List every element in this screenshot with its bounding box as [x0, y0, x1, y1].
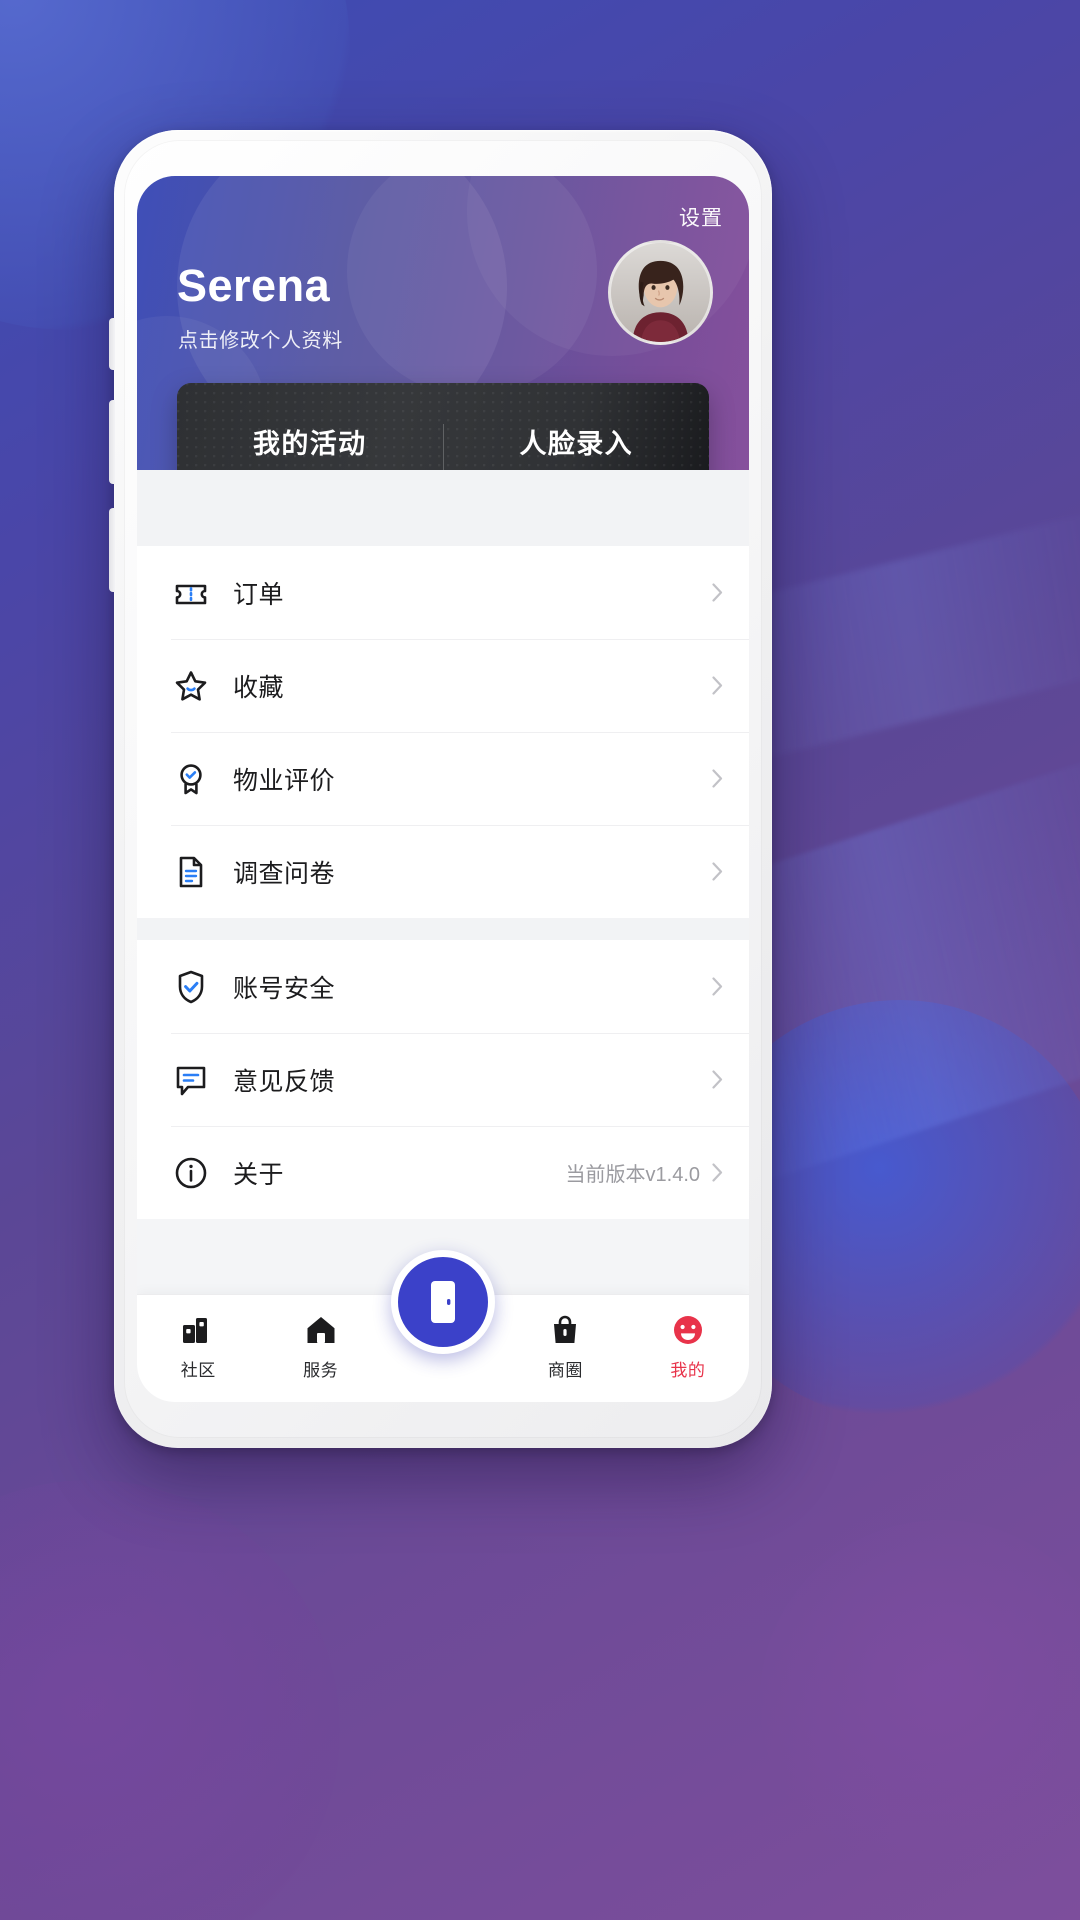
tab-services[interactable]: 服务: [259, 1295, 381, 1381]
menu-group-separator: [137, 918, 749, 940]
menu-group-primary: 订单 收藏 物业评价 调查问卷: [137, 546, 749, 918]
menu-item-favorites[interactable]: 收藏: [137, 639, 749, 732]
phone-side-button: [109, 318, 115, 370]
menu-item-feedback[interactable]: 意见反馈: [137, 1033, 749, 1126]
quick-action-card: 我的活动 快速查看活动信息 人脸录入 快速进门新体验: [177, 383, 709, 470]
star-icon: [171, 666, 211, 706]
chevron-right-icon: [712, 583, 723, 602]
menu-item-label: 关于: [233, 1160, 285, 1189]
home-icon: [259, 1311, 381, 1349]
document-icon: [171, 852, 211, 892]
quick-action-title: 我的活动: [252, 429, 367, 459]
chat-icon: [171, 1060, 211, 1100]
quick-action-my-activities[interactable]: 我的活动 快速查看活动信息: [177, 422, 443, 470]
shop-bag-icon: [504, 1311, 626, 1349]
tab-label: 社区: [180, 1361, 216, 1380]
shield-check-icon: [171, 967, 211, 1007]
ticket-icon: [171, 573, 211, 613]
menu-item-property-review[interactable]: 物业评价: [137, 732, 749, 825]
menu-item-survey[interactable]: 调查问卷: [137, 825, 749, 918]
menu-item-label: 收藏: [233, 673, 285, 702]
info-icon: [171, 1153, 211, 1193]
menu-item-orders[interactable]: 订单: [137, 546, 749, 639]
smiley-face-icon: [627, 1311, 749, 1349]
menu-item-right: [700, 769, 723, 788]
phone-mockup: 设置 Serena 点击修改个人资料 我的活动 人脸录入 订单 收藏 物业评价 …: [109, 130, 772, 1448]
menu-item-about[interactable]: 关于 当前版本v1.4.0: [137, 1126, 749, 1219]
phone-volume-up-button: [109, 400, 115, 484]
profile-header: 设置 Serena 点击修改个人资料 我的活动 人脸录入: [137, 176, 749, 470]
phone-volume-down-button: [109, 508, 115, 592]
chevron-right-icon: [712, 1163, 723, 1182]
chevron-right-icon: [712, 769, 723, 788]
tab-label: 我的: [670, 1361, 706, 1380]
app-version-value: 当前版本v1.4.0: [565, 1164, 700, 1186]
menu-item-right: [700, 583, 723, 602]
menu-item-right: [700, 977, 723, 996]
tab-profile[interactable]: 我的: [627, 1295, 749, 1381]
menu-item-label: 订单: [233, 580, 285, 609]
chevron-right-icon: [712, 676, 723, 695]
user-name: Serena: [177, 260, 331, 311]
tab-business[interactable]: 商圈: [504, 1295, 626, 1381]
menu-item-account-security[interactable]: 账号安全: [137, 940, 749, 1033]
tab-label: 服务: [303, 1361, 339, 1380]
menu-item-right: [700, 676, 723, 695]
settings-button[interactable]: 设置: [679, 202, 723, 232]
menu-item-right: [700, 1070, 723, 1089]
background-blob: [760, 1520, 1080, 1880]
chevron-right-icon: [712, 1070, 723, 1089]
menu-item-label: 物业评价: [233, 766, 336, 795]
edit-profile-hint[interactable]: 点击修改个人资料: [178, 324, 343, 353]
menu-item-right: [700, 862, 723, 881]
menu-item-label: 账号安全: [233, 974, 336, 1003]
quick-action-title: 人脸录入: [519, 429, 634, 459]
quick-action-face-enroll[interactable]: 人脸录入 快速进门新体验: [444, 422, 710, 470]
tab-label: 商圈: [547, 1361, 583, 1380]
menu-item-label: 调查问卷: [233, 859, 336, 888]
avatar[interactable]: [608, 240, 713, 345]
community-icon: [137, 1311, 259, 1349]
medal-icon: [171, 759, 211, 799]
chevron-right-icon: [712, 862, 723, 881]
menu-item-right: 当前版本v1.4.0: [566, 1158, 723, 1187]
menu-item-label: 意见反馈: [233, 1067, 336, 1096]
menu-group-secondary: 账号安全 意见反馈 关于 当前版本v1.4.0: [137, 940, 749, 1219]
app-screen: 设置 Serena 点击修改个人资料 我的活动 人脸录入 订单 收藏 物业评价 …: [137, 176, 749, 1402]
menu-scroll-body: 订单 收藏 物业评价 调查问卷 账号安全 意见反馈 关于 当前版本v1.4.0: [137, 470, 749, 1219]
door-card-icon[interactable]: [391, 1250, 495, 1354]
background-blob: [0, 1480, 340, 1920]
tab-community[interactable]: 社区: [137, 1295, 259, 1381]
chevron-right-icon: [712, 977, 723, 996]
